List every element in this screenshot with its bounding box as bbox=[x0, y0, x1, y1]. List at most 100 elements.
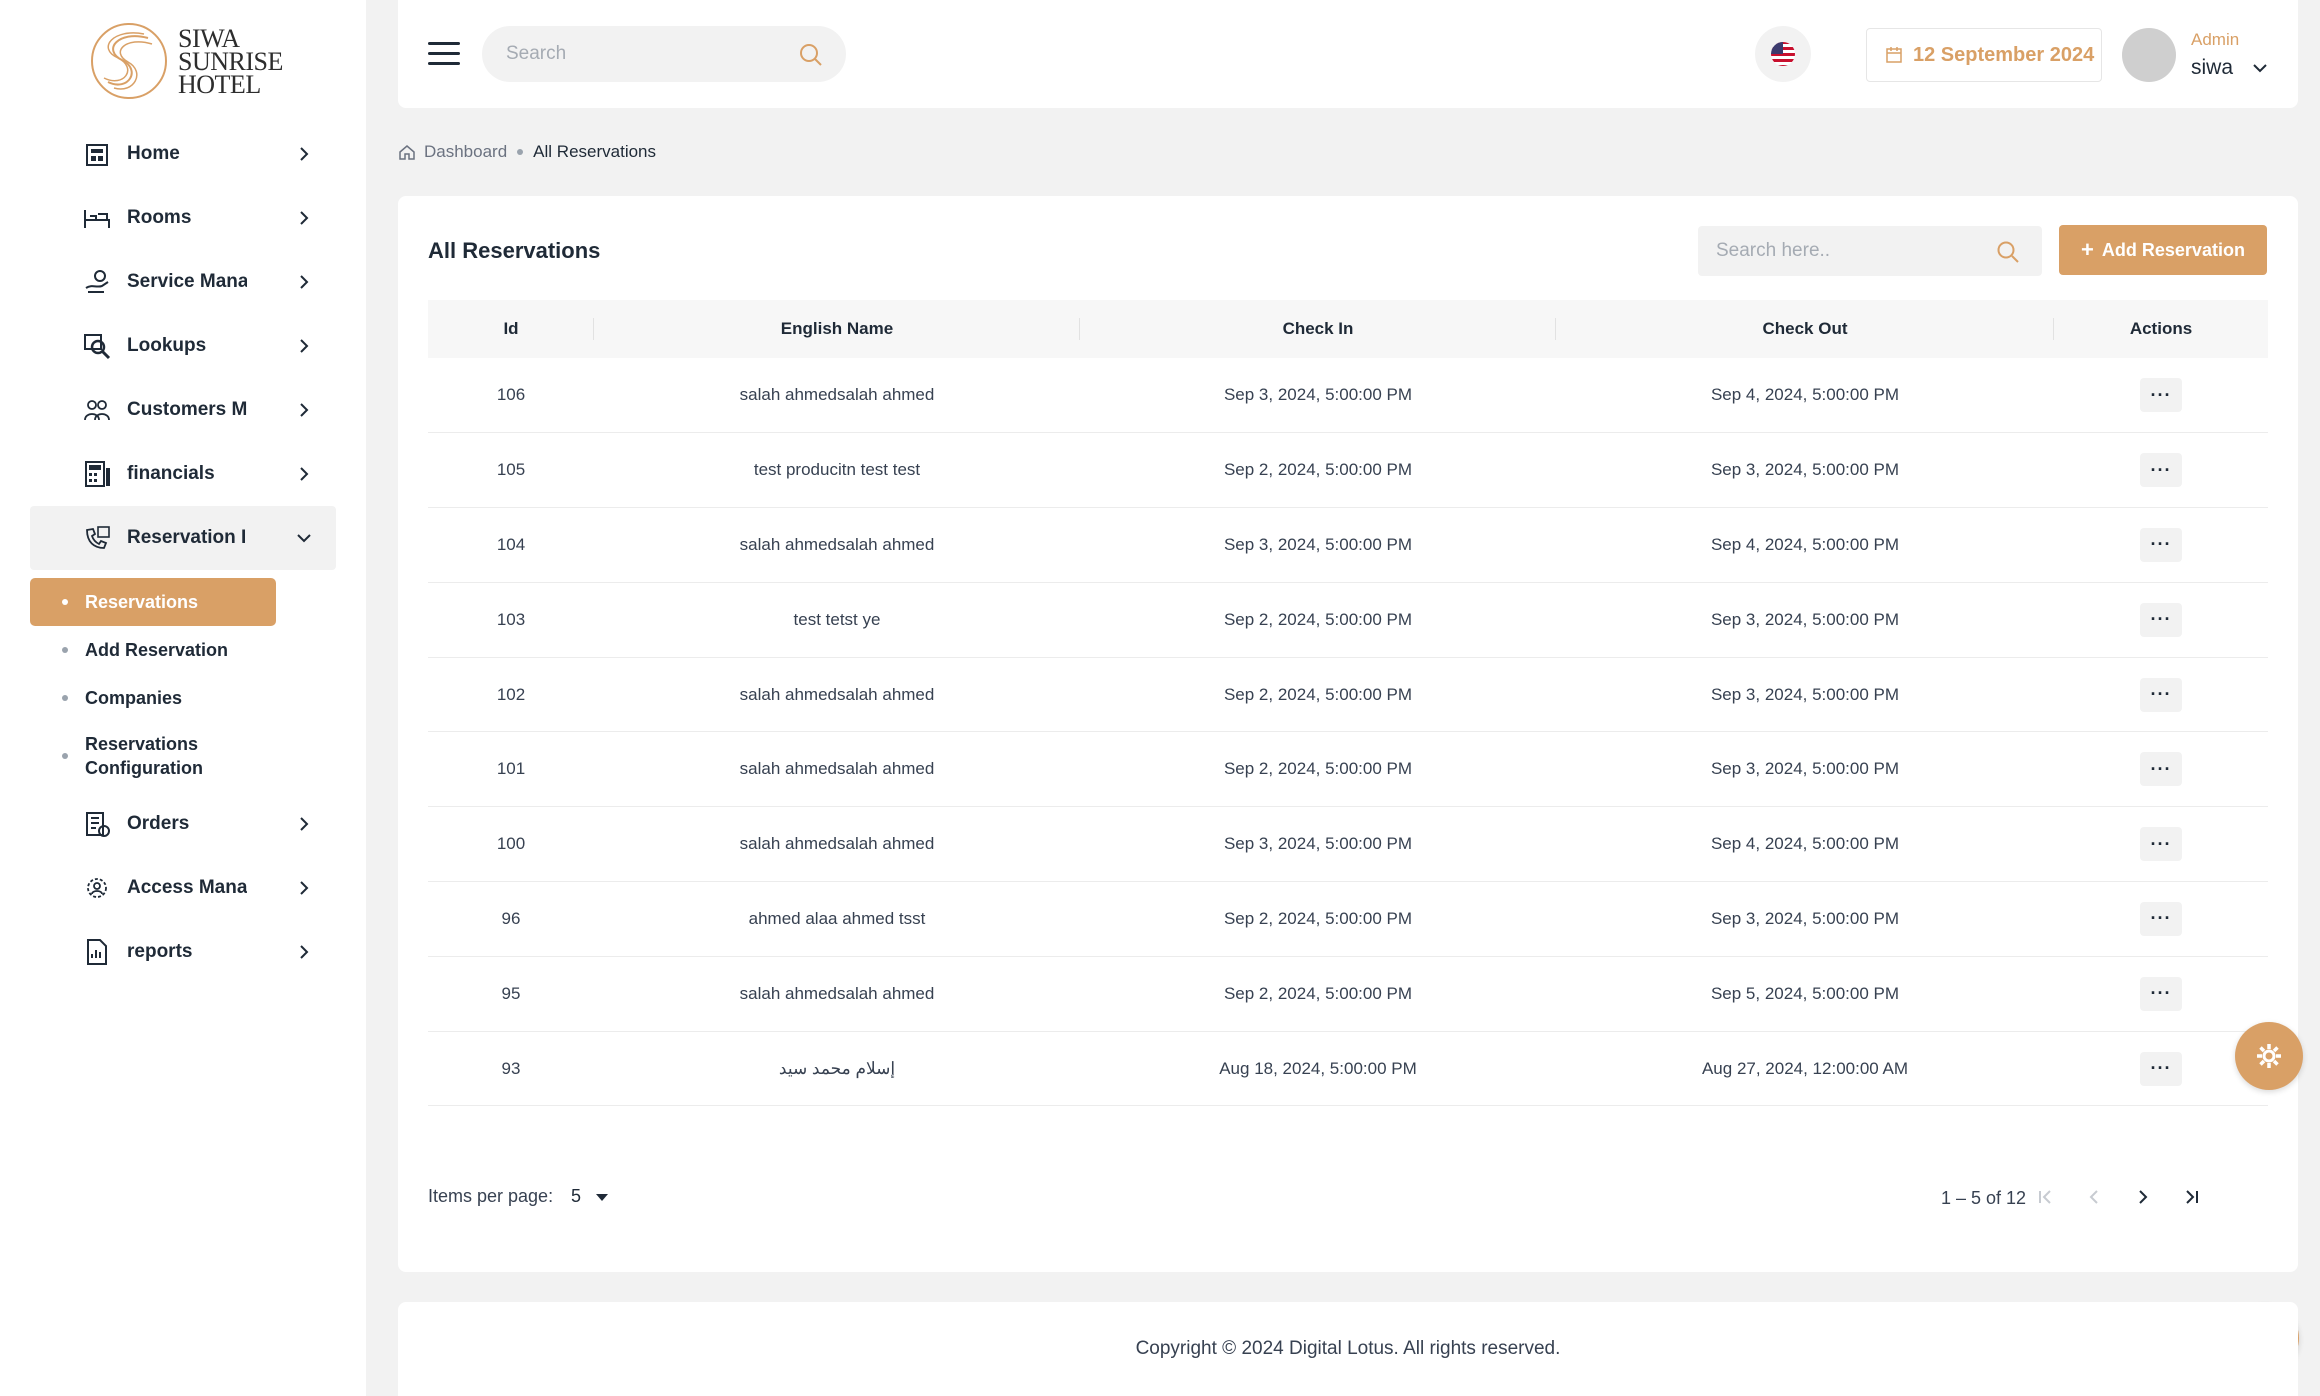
chevron-down-icon[interactable] bbox=[2250, 58, 2270, 78]
sidebar-item-reservation[interactable]: Reservation I bbox=[30, 506, 336, 570]
add-reservation-button[interactable]: + Add Reservation bbox=[2059, 225, 2267, 275]
sidebar-item-label: financials bbox=[127, 463, 215, 484]
sidebar-item-access[interactable]: Access Manag bbox=[30, 856, 336, 920]
row-actions-button[interactable]: ··· bbox=[2140, 602, 2182, 637]
cell-check-out: Sep 4, 2024, 5:00:00 PM bbox=[1710, 534, 1900, 554]
sidebar-item-label: reports bbox=[127, 941, 193, 962]
table-row[interactable]: 100 salah ahmedsalah ahmed Sep 3, 2024, 5:… bbox=[428, 807, 2268, 882]
cell-check-in: Sep 2, 2024, 5:00:00 PM bbox=[1223, 684, 1413, 704]
row-actions-button[interactable]: ··· bbox=[2140, 527, 2182, 562]
menu-toggle-icon[interactable] bbox=[428, 42, 460, 66]
cell-check-in: Sep 3, 2024, 5:00:00 PM bbox=[1223, 534, 1413, 554]
global-search-input[interactable] bbox=[482, 26, 772, 82]
sidebar-item-service[interactable]: Service Mana bbox=[30, 250, 336, 314]
chevron-right-icon bbox=[300, 945, 309, 959]
table-search-input[interactable] bbox=[1698, 226, 1978, 276]
sidebar-item-financials[interactable]: financials bbox=[30, 442, 336, 506]
sub-item-companies[interactable]: Companies bbox=[30, 678, 276, 718]
table-row[interactable]: 105 test producitn test test Sep 2, 2024, … bbox=[428, 433, 2268, 508]
table-row[interactable]: 103 test tetst ye Sep 2, 2024, 5:00:00 PM S… bbox=[428, 582, 2268, 658]
access-icon bbox=[87, 878, 107, 898]
caret-down-icon[interactable] bbox=[596, 1194, 608, 1201]
cell-check-in: Aug 18, 2024, 5:00:00 PM bbox=[1219, 1058, 1417, 1078]
first-page-icon bbox=[2039, 1190, 2051, 1204]
cell-actions: ··· bbox=[2054, 508, 2268, 583]
sidebar-item-label: Reservation I bbox=[127, 527, 247, 548]
row-actions-button[interactable]: ··· bbox=[2140, 752, 2182, 787]
row-actions-button[interactable]: ··· bbox=[2140, 453, 2182, 488]
copyright-text: Copyright © 2024 Digital Lotus. All righ… bbox=[1135, 1338, 1561, 1359]
sub-item-reservations[interactable]: Reservations bbox=[30, 578, 276, 626]
sub-item-label: Reservations bbox=[85, 592, 199, 612]
home-icon bbox=[86, 144, 108, 166]
row-actions-button[interactable]: ··· bbox=[2140, 378, 2182, 413]
sidebar-item-lookups[interactable]: Lookups bbox=[30, 314, 336, 378]
paginator: Items per page: 5 1 – 5 of 12 bbox=[428, 1176, 2268, 1216]
previous-page-button[interactable] bbox=[2079, 1182, 2109, 1212]
column-header-check-out[interactable]: Check Out bbox=[1556, 300, 2054, 358]
cell-id: 105 bbox=[496, 460, 526, 480]
cell-check-out: Sep 3, 2024, 5:00:00 PM bbox=[1710, 908, 1900, 928]
table-row[interactable]: 93 إسلام محمد سيد Aug 18, 2024, 5:00:00 PM… bbox=[428, 1031, 2268, 1106]
page-title: All Reservations bbox=[428, 238, 601, 263]
table-row[interactable]: 95 salah ahmedsalah ahmed Sep 2, 2024, 5:0… bbox=[428, 956, 2268, 1032]
items-per-page-select[interactable]: 5 bbox=[571, 1186, 581, 1207]
cell-actions: ··· bbox=[2054, 582, 2268, 657]
column-header-check-in[interactable]: Check In bbox=[1080, 300, 1556, 358]
table-row[interactable]: 96 ahmed alaa ahmed tsst Sep 2, 2024, 5:00… bbox=[428, 882, 2268, 957]
calculator-icon bbox=[85, 461, 110, 487]
cell-actions: ··· bbox=[2054, 433, 2268, 508]
chevron-right-icon bbox=[2139, 1190, 2148, 1204]
global-search bbox=[482, 26, 846, 82]
cell-check-out: Sep 3, 2024, 5:00:00 PM bbox=[1710, 759, 1900, 779]
next-page-button[interactable] bbox=[2128, 1182, 2158, 1212]
sidebar-item-rooms[interactable]: Rooms bbox=[30, 186, 336, 250]
cell-id: 101 bbox=[496, 759, 526, 779]
row-actions-button[interactable]: ··· bbox=[2140, 827, 2182, 862]
row-actions-button[interactable]: ··· bbox=[2140, 901, 2182, 936]
reservations-table: Id English Name Check In Check Out Actio… bbox=[428, 300, 2268, 1106]
chevron-right-icon bbox=[300, 211, 309, 225]
sub-item-label: Reservations Configuration bbox=[85, 734, 203, 778]
table-row[interactable]: 104 salah ahmedsalah ahmed Sep 3, 2024, 5:… bbox=[428, 508, 2268, 583]
column-header-english-name[interactable]: English Name bbox=[594, 300, 1080, 358]
cell-name: salah ahmedsalah ahmed bbox=[739, 534, 935, 554]
sidebar-item-orders[interactable]: Orders bbox=[30, 792, 336, 856]
last-page-button[interactable] bbox=[2177, 1182, 2207, 1212]
sidebar-item-label: Access Manag bbox=[127, 877, 247, 898]
page-range: 1 – 5 of 12 bbox=[1941, 1188, 2027, 1208]
user-name[interactable]: siwa bbox=[2191, 56, 2233, 80]
settings-fab-button[interactable] bbox=[2235, 1022, 2303, 1090]
column-header-label: Id bbox=[503, 319, 519, 338]
sub-item-label: Add Reservation bbox=[85, 640, 229, 660]
breadcrumb-dashboard-link[interactable]: Dashboard bbox=[424, 142, 507, 162]
sub-item-reservations-configuration[interactable]: Reservations Configuration bbox=[30, 726, 276, 786]
cell-id: 106 bbox=[496, 385, 526, 405]
row-actions-button[interactable]: ··· bbox=[2140, 976, 2182, 1011]
sidebar-item-customers[interactable]: Customers M bbox=[30, 378, 336, 442]
table-header-row: Id English Name Check In Check Out Actio… bbox=[428, 300, 2268, 358]
table-row[interactable]: 106 salah ahmedsalah ahmed Sep 3, 2024, 5:… bbox=[428, 358, 2268, 433]
first-page-button[interactable] bbox=[2030, 1182, 2060, 1212]
table-row[interactable]: 102 salah ahmedsalah ahmed Sep 2, 2024, 5:… bbox=[428, 657, 2268, 732]
cell-id: 102 bbox=[496, 684, 526, 704]
table-row[interactable]: 101 salah ahmedsalah ahmed Sep 2, 2024, 5:… bbox=[428, 732, 2268, 807]
bullet-dot bbox=[62, 695, 68, 701]
sidebar-item-reports[interactable]: reports bbox=[30, 920, 336, 984]
sidebar-item-label: Lookups bbox=[127, 335, 207, 356]
calendar-icon bbox=[1886, 47, 1902, 63]
cell-actions: ··· bbox=[2054, 1031, 2268, 1106]
breadcrumb-separator bbox=[517, 149, 524, 155]
items-per-page-label: Items per page: bbox=[428, 1186, 554, 1206]
search-icon[interactable] bbox=[1996, 240, 2020, 264]
language-flag-icon[interactable] bbox=[1755, 26, 1811, 82]
row-actions-button[interactable]: ··· bbox=[2140, 1051, 2182, 1086]
sub-item-add-reservation[interactable]: Add Reservation bbox=[30, 630, 276, 670]
row-actions-button[interactable]: ··· bbox=[2140, 677, 2182, 712]
orders-icon bbox=[86, 812, 110, 837]
sidebar-item-home[interactable]: Home bbox=[30, 122, 336, 186]
hotel-logo[interactable]: SIWA SUNRISE HOTEL bbox=[88, 18, 288, 104]
avatar[interactable] bbox=[2122, 28, 2176, 82]
column-header-id[interactable]: Id bbox=[428, 300, 594, 358]
search-icon[interactable] bbox=[798, 42, 824, 68]
